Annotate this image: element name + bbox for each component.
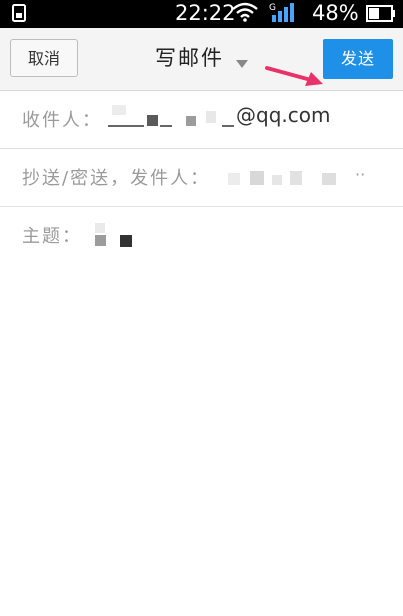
send-button[interactable]: 发送 (323, 39, 393, 79)
subject-field[interactable]: 主题： (0, 207, 403, 265)
network-type-label: G (269, 3, 276, 13)
wifi-icon (232, 2, 258, 26)
cancel-button[interactable]: 取消 (10, 39, 78, 77)
caret-down-icon[interactable] (236, 53, 248, 72)
battery-percent: 48% (312, 1, 359, 25)
cc-overflow-indicator: ·· (355, 165, 366, 184)
sim-icon (12, 4, 26, 26)
battery-icon (366, 5, 396, 26)
signal-icon: G (268, 1, 304, 29)
to-value-suffix: @qq.com (236, 103, 331, 127)
status-bar: 22:22 G 48% (0, 0, 403, 28)
cc-bcc-label: 抄送/密送，发件人： (22, 168, 211, 189)
message-body-area[interactable] (0, 264, 403, 616)
cc-bcc-field[interactable]: 抄送/密送，发件人： ·· (0, 149, 403, 207)
status-time: 22:22 (175, 1, 236, 25)
annotation-arrow-icon (265, 64, 325, 92)
page-title[interactable]: 写邮件 (155, 42, 224, 72)
to-field[interactable]: 收件人： @qq.com (0, 91, 403, 149)
to-label: 收件人： (22, 110, 102, 131)
subject-label: 主题： (22, 226, 82, 247)
compose-header: 取消 写邮件 发送 (0, 28, 403, 91)
